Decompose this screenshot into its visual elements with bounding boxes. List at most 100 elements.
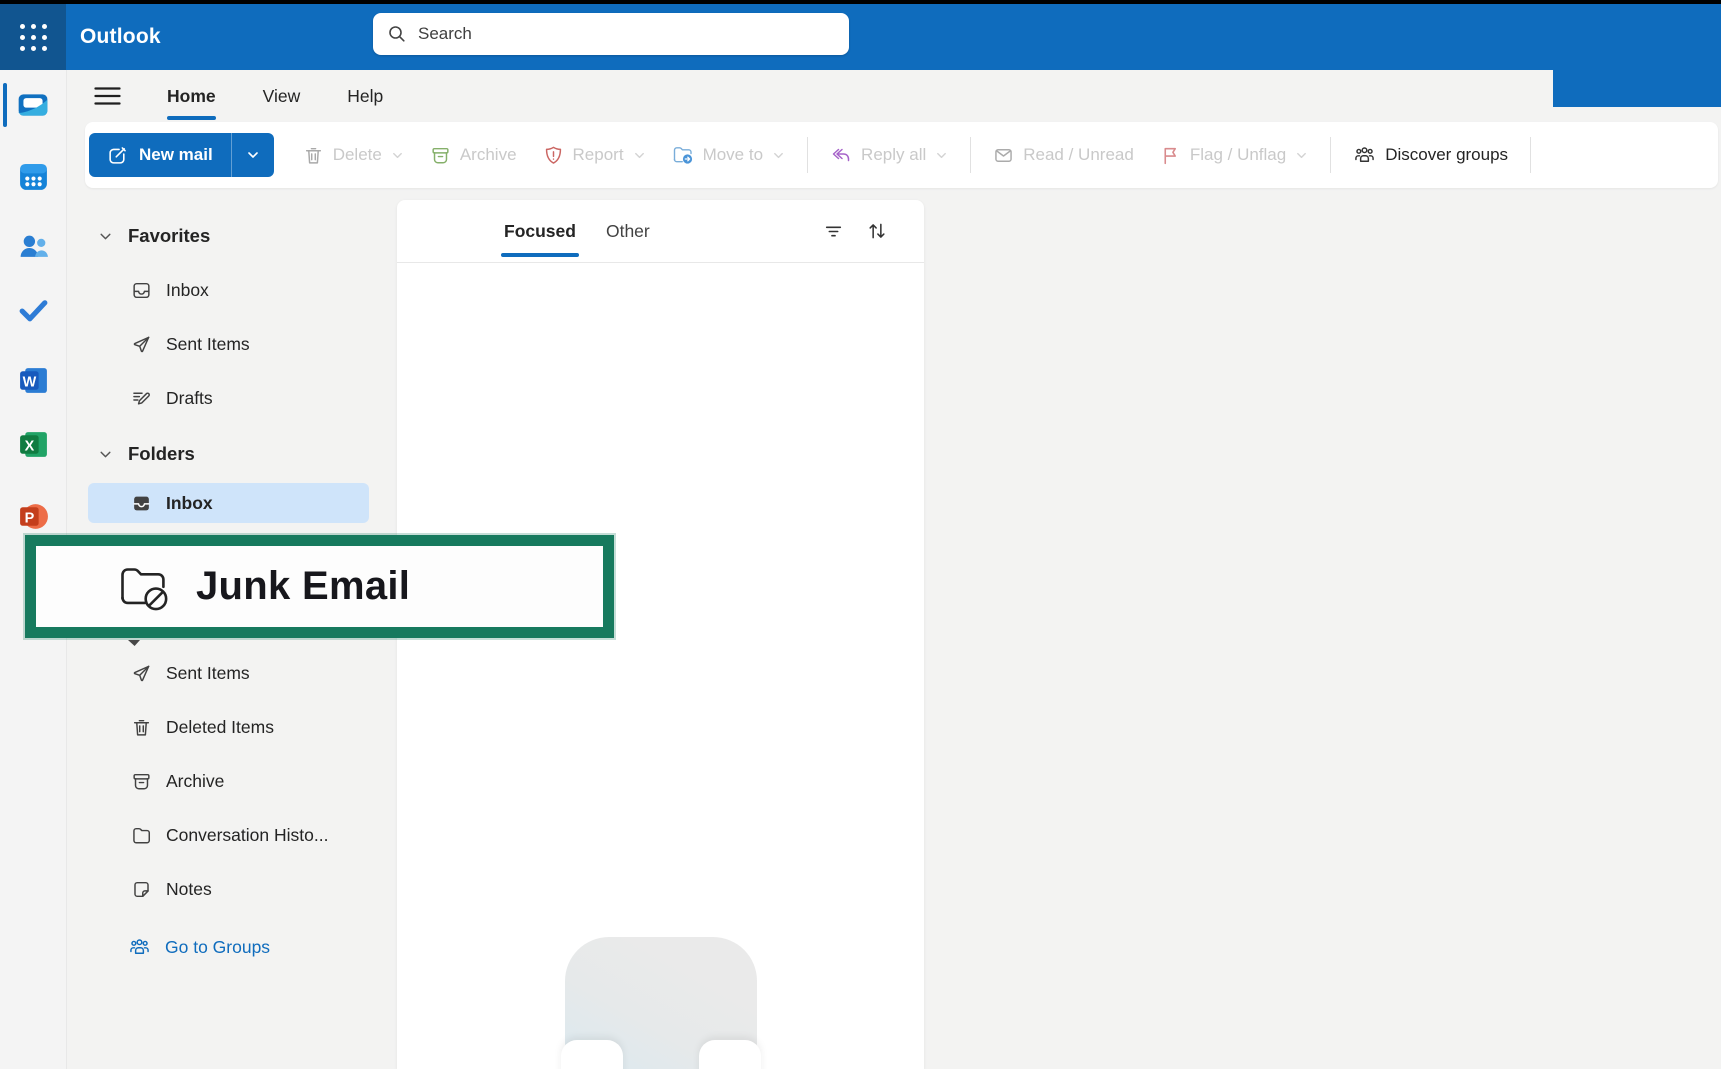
new-mail-dropdown[interactable] bbox=[231, 133, 274, 177]
go-to-groups-label: Go to Groups bbox=[165, 937, 270, 958]
waffle-icon bbox=[20, 24, 47, 51]
tab-help[interactable]: Help bbox=[346, 84, 384, 109]
move-to-folder-icon bbox=[672, 144, 694, 166]
read-unread-label: Read / Unread bbox=[1023, 145, 1134, 165]
junk-email-annotation[interactable]: Junk Email bbox=[25, 535, 614, 638]
filter-icon[interactable] bbox=[823, 221, 844, 242]
chevron-down-icon bbox=[98, 447, 113, 462]
rail-item-word[interactable]: W bbox=[0, 360, 66, 400]
delete-label: Delete bbox=[333, 145, 382, 165]
toolbar-separator bbox=[970, 137, 971, 173]
flag-icon bbox=[1160, 145, 1181, 166]
folder-item-label: Inbox bbox=[166, 280, 209, 301]
report-shield-icon bbox=[543, 145, 564, 166]
chevron-down-icon bbox=[98, 229, 113, 244]
toolbar-separator bbox=[1330, 137, 1331, 173]
favorite-item-drafts[interactable]: Drafts bbox=[66, 378, 397, 418]
archive-icon bbox=[131, 771, 152, 792]
folder-item-deleted[interactable]: Deleted Items bbox=[66, 707, 397, 747]
folder-item-label: Notes bbox=[166, 879, 212, 900]
hamburger-menu-button[interactable] bbox=[94, 86, 121, 106]
folder-item-inbox-selected[interactable]: Inbox bbox=[88, 483, 369, 523]
trash-icon bbox=[131, 717, 152, 738]
svg-text:X: X bbox=[24, 438, 34, 454]
folder-item-label: Archive bbox=[166, 771, 224, 792]
tab-other[interactable]: Other bbox=[603, 200, 653, 262]
report-label: Report bbox=[573, 145, 624, 165]
reply-all-button[interactable]: Reply all bbox=[817, 133, 961, 177]
junk-email-label: Junk Email bbox=[196, 564, 410, 609]
reply-all-icon bbox=[830, 144, 852, 166]
folder-item-label: Conversation Histo... bbox=[166, 825, 328, 846]
toolbar-separator bbox=[1530, 137, 1531, 173]
favorite-item-inbox[interactable]: Inbox bbox=[66, 270, 397, 310]
new-mail-split-button[interactable]: New mail bbox=[89, 133, 274, 177]
move-to-label: Move to bbox=[703, 145, 763, 165]
chevron-down-icon bbox=[772, 149, 785, 162]
folder-item-archive[interactable]: Archive bbox=[66, 761, 397, 801]
ribbon-tabs: Home View Help bbox=[166, 84, 384, 109]
hamburger-icon bbox=[94, 86, 121, 106]
folder-item-label: Deleted Items bbox=[166, 717, 274, 738]
envelope-icon bbox=[993, 145, 1014, 166]
archive-button[interactable]: Archive bbox=[417, 133, 530, 177]
favorite-item-sent[interactable]: Sent Items bbox=[66, 324, 397, 364]
tab-view[interactable]: View bbox=[262, 84, 302, 109]
topbar: Outlook Search bbox=[0, 4, 1721, 70]
app-title: Outlook bbox=[80, 25, 161, 49]
search-input[interactable]: Search bbox=[373, 13, 849, 55]
search-icon bbox=[387, 24, 407, 44]
tab-home[interactable]: Home bbox=[166, 84, 217, 109]
new-mail-button[interactable]: New mail bbox=[89, 133, 231, 177]
empty-state-illustration bbox=[565, 937, 757, 1069]
folder-item-notes[interactable]: Notes bbox=[66, 869, 397, 909]
outlook-mail-icon bbox=[16, 88, 50, 122]
trash-icon bbox=[303, 145, 324, 166]
app-launcher-button[interactable] bbox=[0, 4, 66, 70]
folders-header[interactable]: Folders bbox=[66, 434, 397, 474]
rail-item-todo[interactable] bbox=[0, 289, 66, 329]
sort-icon[interactable] bbox=[866, 220, 888, 242]
groups-icon bbox=[128, 936, 151, 959]
rail-item-excel[interactable]: X bbox=[0, 424, 66, 464]
svg-text:W: W bbox=[22, 374, 36, 390]
excel-icon: X bbox=[17, 428, 50, 461]
archive-icon bbox=[430, 145, 451, 166]
delete-button[interactable]: Delete bbox=[290, 133, 417, 177]
todo-check-icon bbox=[17, 293, 50, 326]
rail-item-calendar[interactable] bbox=[0, 156, 66, 196]
folder-item-label: Sent Items bbox=[166, 334, 250, 355]
ribbon-tab-row: Home View Help bbox=[66, 70, 1721, 122]
calendar-icon bbox=[17, 160, 50, 193]
folder-item-label: Sent Items bbox=[166, 663, 250, 684]
powerpoint-icon: P bbox=[17, 500, 50, 533]
chevron-down-icon bbox=[935, 149, 948, 162]
rail-item-mail[interactable] bbox=[0, 85, 66, 125]
chevron-down-icon bbox=[246, 148, 260, 162]
note-icon bbox=[131, 879, 152, 900]
go-to-groups-link[interactable]: Go to Groups bbox=[66, 927, 397, 967]
rail-item-people[interactable] bbox=[0, 226, 66, 266]
people-icon bbox=[17, 230, 50, 263]
send-icon bbox=[131, 334, 152, 355]
move-to-button[interactable]: Move to bbox=[659, 133, 798, 177]
report-button[interactable]: Report bbox=[530, 133, 659, 177]
reply-all-label: Reply all bbox=[861, 145, 926, 165]
folder-item-conversation-history[interactable]: Conversation Histo... bbox=[66, 815, 397, 855]
folder-item-sent[interactable]: Sent Items bbox=[66, 653, 397, 693]
word-icon: W bbox=[17, 364, 50, 397]
read-unread-button[interactable]: Read / Unread bbox=[980, 133, 1147, 177]
folder-item-label: Inbox bbox=[166, 493, 213, 514]
folders-header-label: Folders bbox=[128, 443, 195, 465]
discover-groups-label: Discover groups bbox=[1385, 145, 1508, 165]
chevron-down-icon bbox=[1295, 149, 1308, 162]
discover-groups-button[interactable]: Discover groups bbox=[1340, 133, 1521, 177]
outlook-window: Outlook Search bbox=[0, 0, 1721, 1069]
chevron-down-icon bbox=[633, 149, 646, 162]
flag-unflag-button[interactable]: Flag / Unflag bbox=[1147, 133, 1321, 177]
send-icon bbox=[131, 663, 152, 684]
search-placeholder: Search bbox=[418, 24, 472, 44]
tab-focused[interactable]: Focused bbox=[501, 200, 579, 262]
rail-item-powerpoint[interactable]: P bbox=[0, 496, 66, 536]
favorites-header[interactable]: Favorites bbox=[66, 216, 397, 256]
